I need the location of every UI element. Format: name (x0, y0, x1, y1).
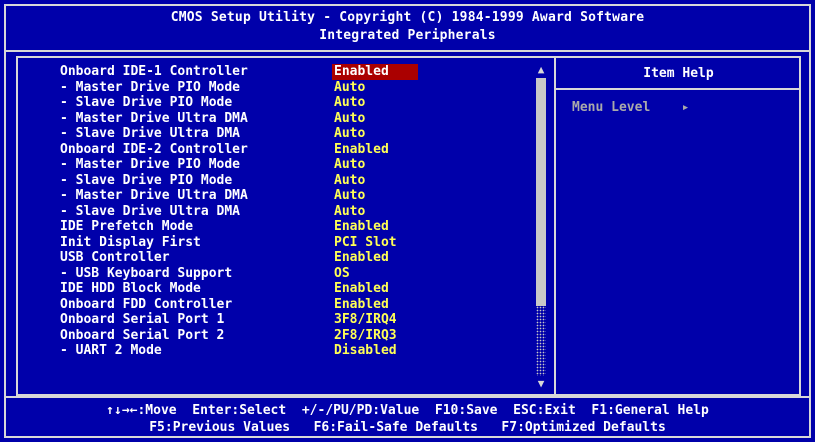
setting-label: - Slave Drive Ultra DMA (60, 126, 241, 141)
setting-label: IDE Prefetch Mode (60, 219, 194, 234)
setting-label: - UART 2 Mode (60, 343, 162, 358)
scroll-thumb[interactable] (536, 78, 546, 306)
setting-row[interactable]: - Slave Drive Ultra DMA Auto (18, 126, 548, 142)
setting-value[interactable]: Enabled (332, 142, 391, 158)
page-title: Integrated Peripherals (319, 28, 496, 43)
setting-row[interactable]: - Slave Drive PIO Mode Auto (18, 95, 548, 111)
setting-label: - USB Keyboard Support (60, 265, 233, 281)
setting-value[interactable]: Auto (332, 95, 367, 111)
setting-value[interactable]: OS (332, 266, 352, 282)
setting-value[interactable]: Auto (332, 173, 367, 189)
setting-label: Onboard FDD Controller (60, 296, 233, 312)
setting-row[interactable]: Init Display First PCI Slot (18, 235, 548, 251)
setting-value[interactable]: 2F8/IRQ3 (332, 328, 399, 344)
menu-level-label: Menu Level (572, 100, 651, 115)
setting-row[interactable]: USB Controller Enabled (18, 250, 548, 266)
setting-label: Onboard Serial Port 2 (60, 327, 225, 343)
setting-label: Init Display First (60, 234, 201, 250)
title-bar: CMOS Setup Utility - Copyright (C) 1984-… (6, 6, 809, 52)
setting-row[interactable]: Onboard IDE-1 Controller Enabled (18, 64, 548, 80)
setting-label: Onboard IDE-1 Controller (60, 64, 248, 79)
setting-row[interactable]: Onboard IDE-2 Controller Enabled (18, 142, 548, 158)
setting-value[interactable]: Auto (332, 157, 367, 173)
setting-label: - Master Drive PIO Mode (60, 157, 241, 172)
setting-value[interactable]: Enabled (332, 219, 391, 235)
setting-label: Onboard Serial Port 1 (60, 312, 225, 327)
setting-value[interactable]: Auto (332, 204, 367, 220)
setting-value[interactable]: Auto (332, 188, 367, 204)
setting-row[interactable]: Onboard Serial Port 1 3F8/IRQ4 (18, 312, 548, 328)
scrollbar[interactable]: ▲ ▼ (535, 64, 547, 390)
menu-level: Menu Level ▸ (572, 100, 689, 115)
key-legend: ↑↓→←:Move Enter:Select +/-/PU/PD:Value F… (6, 398, 809, 438)
setting-row[interactable]: - USB Keyboard Support OS (18, 266, 548, 282)
setting-label: - Slave Drive PIO Mode (60, 172, 233, 188)
title-copyright: CMOS Setup Utility - Copyright (C) 1984-… (170, 10, 645, 25)
setting-value[interactable]: Auto (332, 126, 367, 142)
setting-label: - Master Drive PIO Mode (60, 79, 241, 95)
setting-row[interactable]: - Master Drive PIO Mode Auto (18, 157, 548, 173)
setting-value[interactable]: Disabled (332, 343, 399, 359)
bios-window: CMOS Setup Utility - Copyright (C) 1984-… (4, 4, 811, 438)
item-help-title: Item Help (643, 66, 714, 81)
scroll-track[interactable] (536, 306, 546, 376)
key-legend-line-1: ↑↓→←:Move Enter:Select +/-/PU/PD:Value F… (106, 403, 709, 418)
setting-row[interactable]: Onboard Serial Port 2 2F8/IRQ3 (18, 328, 548, 344)
setting-row[interactable]: IDE HDD Block Mode Enabled (18, 281, 548, 297)
setting-label: - Master Drive Ultra DMA (60, 110, 248, 126)
setting-label: IDE HDD Block Mode (60, 281, 201, 296)
setting-label: - Master Drive Ultra DMA (60, 188, 248, 203)
setting-value[interactable]: Enabled (332, 250, 391, 266)
title-divider (6, 50, 809, 52)
setting-row[interactable]: - Master Drive Ultra DMA Auto (18, 111, 548, 127)
setting-value[interactable]: Enabled (332, 281, 391, 297)
setting-row[interactable]: IDE Prefetch Mode Enabled (18, 219, 548, 235)
help-divider (556, 88, 801, 90)
setting-label: Onboard IDE-2 Controller (60, 141, 248, 157)
setting-row[interactable]: - UART 2 Mode Disabled (18, 343, 548, 359)
setting-value[interactable]: Auto (332, 111, 367, 127)
setting-row[interactable]: - Master Drive PIO Mode Auto (18, 80, 548, 96)
setting-label: - Slave Drive Ultra DMA (60, 203, 241, 219)
setting-label: USB Controller (60, 250, 170, 265)
setting-value[interactable]: Auto (332, 80, 367, 96)
menu-level-arrow-icon: ▸ (681, 100, 690, 115)
item-help-panel: Item Help Menu Level ▸ (556, 58, 801, 394)
main-panel: Onboard IDE-1 Controller Enabled - Master … (16, 56, 801, 396)
setting-row[interactable]: - Master Drive Ultra DMA Auto (18, 188, 548, 204)
setting-value[interactable]: 3F8/IRQ4 (332, 312, 399, 328)
setting-value[interactable]: Enabled (332, 64, 418, 80)
settings-list: Onboard IDE-1 Controller Enabled - Master … (18, 64, 548, 359)
setting-row[interactable]: - Slave Drive Ultra DMA Auto (18, 204, 548, 220)
setting-value[interactable]: PCI Slot (332, 235, 399, 251)
key-legend-line-2: F5:Previous Values F6:Fail-Safe Defaults… (149, 420, 666, 435)
setting-row[interactable]: - Slave Drive PIO Mode Auto (18, 173, 548, 189)
scroll-up-icon[interactable]: ▲ (535, 64, 547, 76)
setting-value[interactable]: Enabled (332, 297, 391, 313)
setting-row[interactable]: Onboard FDD Controller Enabled (18, 297, 548, 313)
setting-label: - Slave Drive PIO Mode (60, 95, 233, 110)
scroll-down-icon[interactable]: ▼ (535, 378, 547, 390)
